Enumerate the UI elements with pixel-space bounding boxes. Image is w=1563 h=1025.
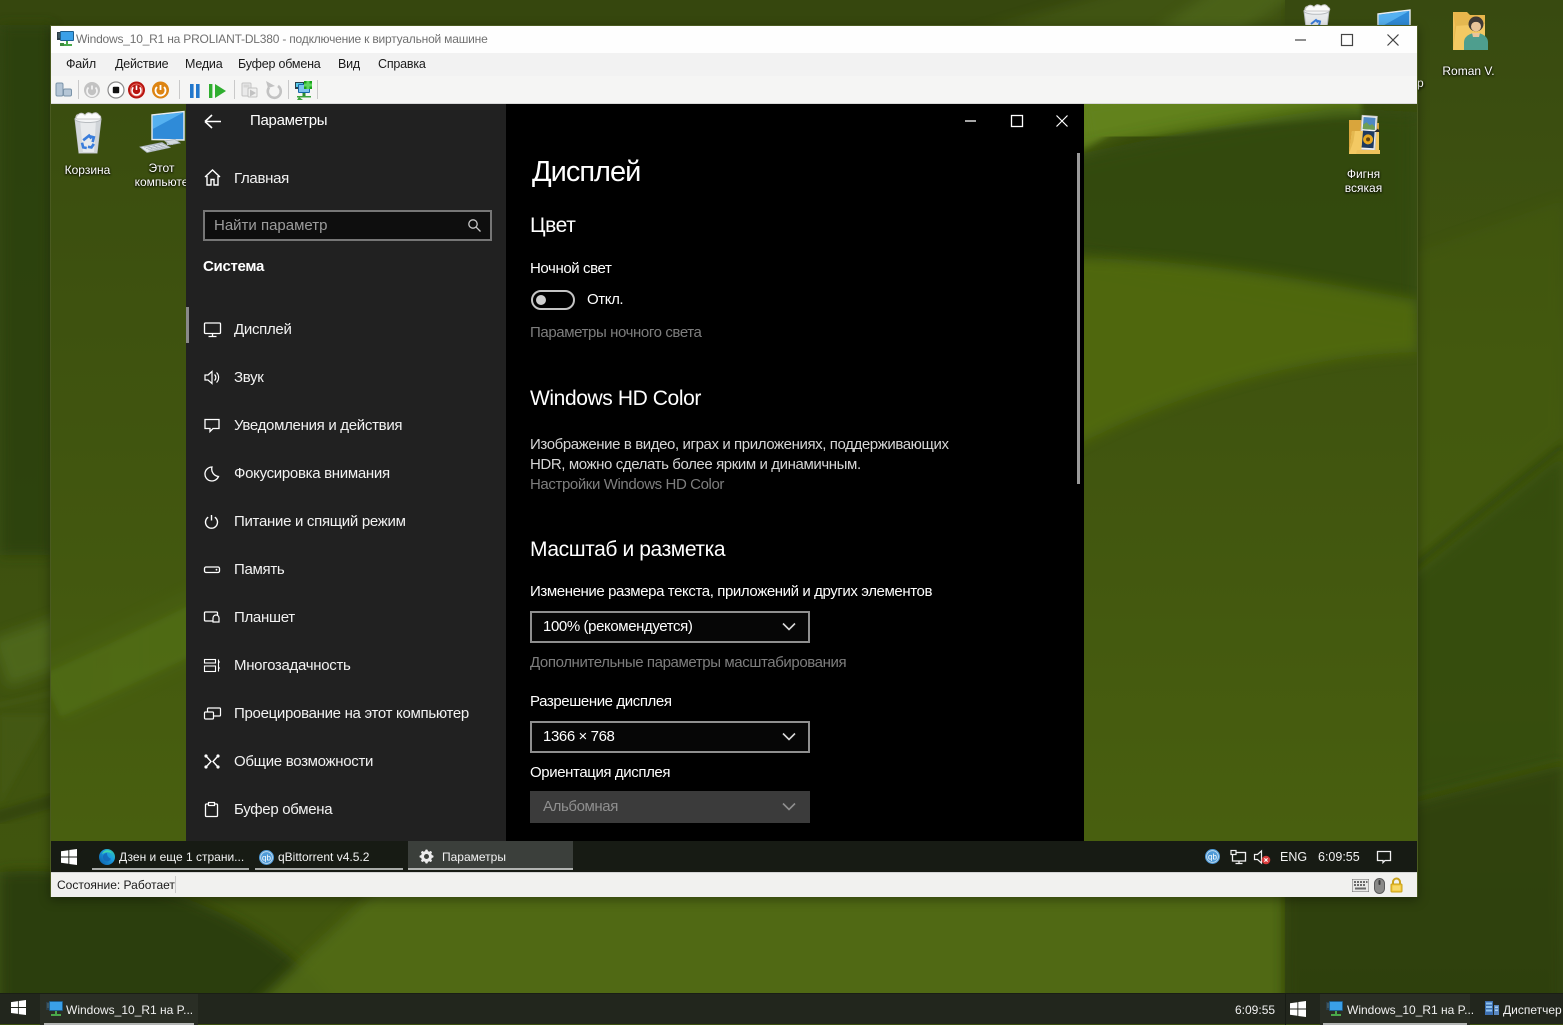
svg-text:qb: qb bbox=[262, 853, 271, 862]
svg-text:qb: qb bbox=[1208, 852, 1217, 861]
